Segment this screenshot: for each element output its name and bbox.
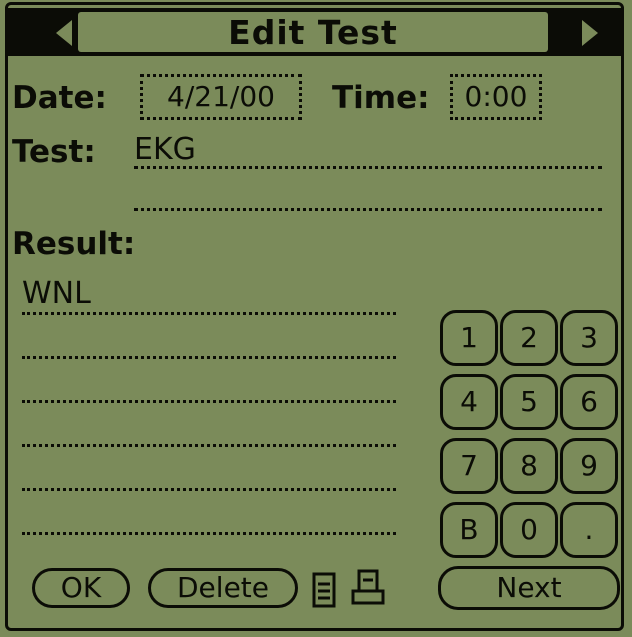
key-8[interactable]: 8: [500, 438, 558, 494]
arrow-left-icon[interactable]: [56, 20, 72, 46]
arrow-right-icon[interactable]: [582, 20, 598, 46]
test-line-2[interactable]: [134, 208, 602, 211]
key-4[interactable]: 4: [440, 374, 498, 430]
key-5[interactable]: 5: [500, 374, 558, 430]
key-1[interactable]: 1: [440, 310, 498, 366]
result-line-4[interactable]: [22, 444, 396, 447]
next-button[interactable]: Next: [438, 566, 620, 610]
time-field[interactable]: 0:00: [450, 74, 542, 120]
key-decimal[interactable]: .: [560, 502, 618, 558]
key-2[interactable]: 2: [500, 310, 558, 366]
key-backspace[interactable]: B: [440, 502, 498, 558]
result-label: Result:: [12, 226, 136, 262]
result-line-1[interactable]: [22, 312, 396, 315]
result-line-2[interactable]: [22, 356, 396, 359]
test-label: Test:: [12, 134, 96, 170]
key-9[interactable]: 9: [560, 438, 618, 494]
title-bar: Edit Test: [8, 8, 621, 56]
key-7[interactable]: 7: [440, 438, 498, 494]
test-value[interactable]: EKG: [134, 132, 196, 167]
test-line-1[interactable]: [134, 166, 602, 169]
result-line-3[interactable]: [22, 400, 396, 403]
printer-icon[interactable]: [350, 568, 386, 608]
key-6[interactable]: 6: [560, 374, 618, 430]
title-panel: Edit Test: [78, 12, 548, 52]
result-line-5[interactable]: [22, 488, 396, 491]
palm-screen: Edit Test Date: 4/21/00 Time: 0:00 Test:…: [0, 0, 632, 637]
key-3[interactable]: 3: [560, 310, 618, 366]
result-value[interactable]: WNL: [22, 276, 91, 311]
date-label: Date:: [12, 80, 107, 116]
page-title: Edit Test: [228, 13, 398, 52]
note-icon[interactable]: [312, 572, 336, 608]
delete-button[interactable]: Delete: [148, 568, 298, 608]
date-field[interactable]: 4/21/00: [140, 74, 302, 120]
key-0[interactable]: 0: [500, 502, 558, 558]
ok-button[interactable]: OK: [32, 568, 130, 608]
time-label: Time:: [332, 80, 430, 116]
result-line-6[interactable]: [22, 532, 396, 535]
